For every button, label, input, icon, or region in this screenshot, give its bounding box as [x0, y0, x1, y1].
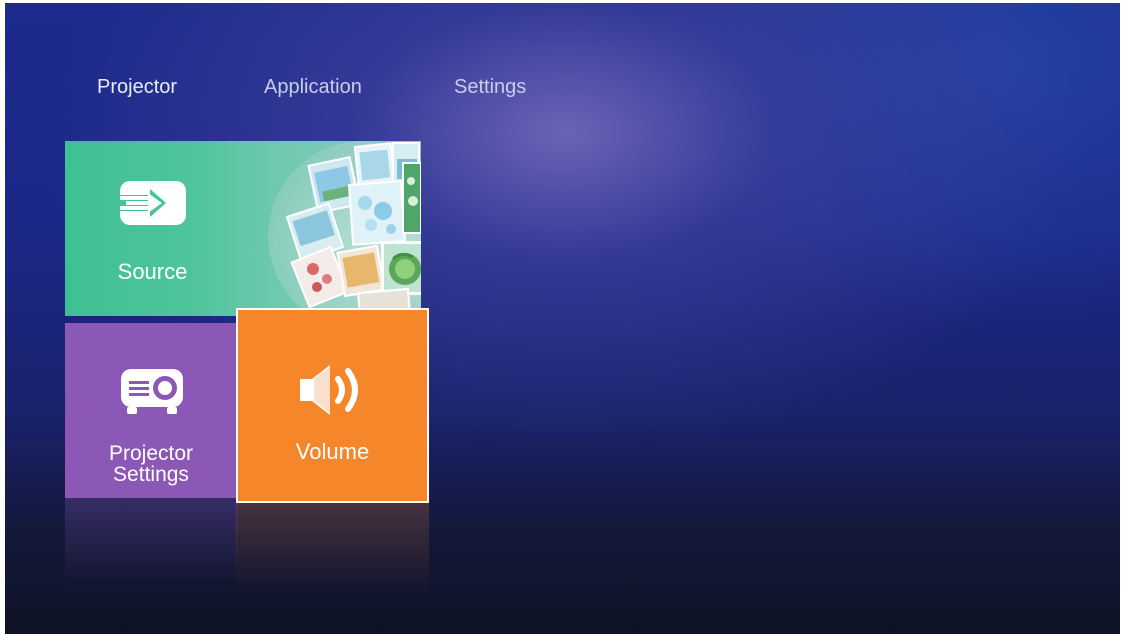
- projector-settings-label-line2: Settings: [113, 463, 189, 486]
- projector-settings-label-line1: Projector: [108, 442, 194, 465]
- launcher-screen: Projector Application Settings Source Pr…: [5, 3, 1120, 634]
- source-label: Source: [117, 259, 188, 284]
- photo-collage-image: [268, 141, 421, 316]
- projector-settings-label: Projector Settings: [65, 443, 237, 485]
- source-tile[interactable]: Source: [65, 141, 421, 316]
- volume-tile-reflection: [236, 503, 429, 593]
- source-input-icon: [120, 181, 186, 225]
- projector-tile-reflection: [65, 498, 237, 588]
- speaker-volume-icon: [300, 365, 358, 415]
- tab-application[interactable]: Application: [264, 69, 362, 105]
- volume-tile[interactable]: Volume: [236, 308, 429, 503]
- projector-settings-tile[interactable]: Projector Settings: [65, 323, 237, 498]
- tab-projector[interactable]: Projector: [66, 69, 208, 105]
- tab-settings[interactable]: Settings: [454, 69, 526, 105]
- projector-icon: [121, 369, 183, 414]
- volume-label: Volume: [295, 439, 370, 464]
